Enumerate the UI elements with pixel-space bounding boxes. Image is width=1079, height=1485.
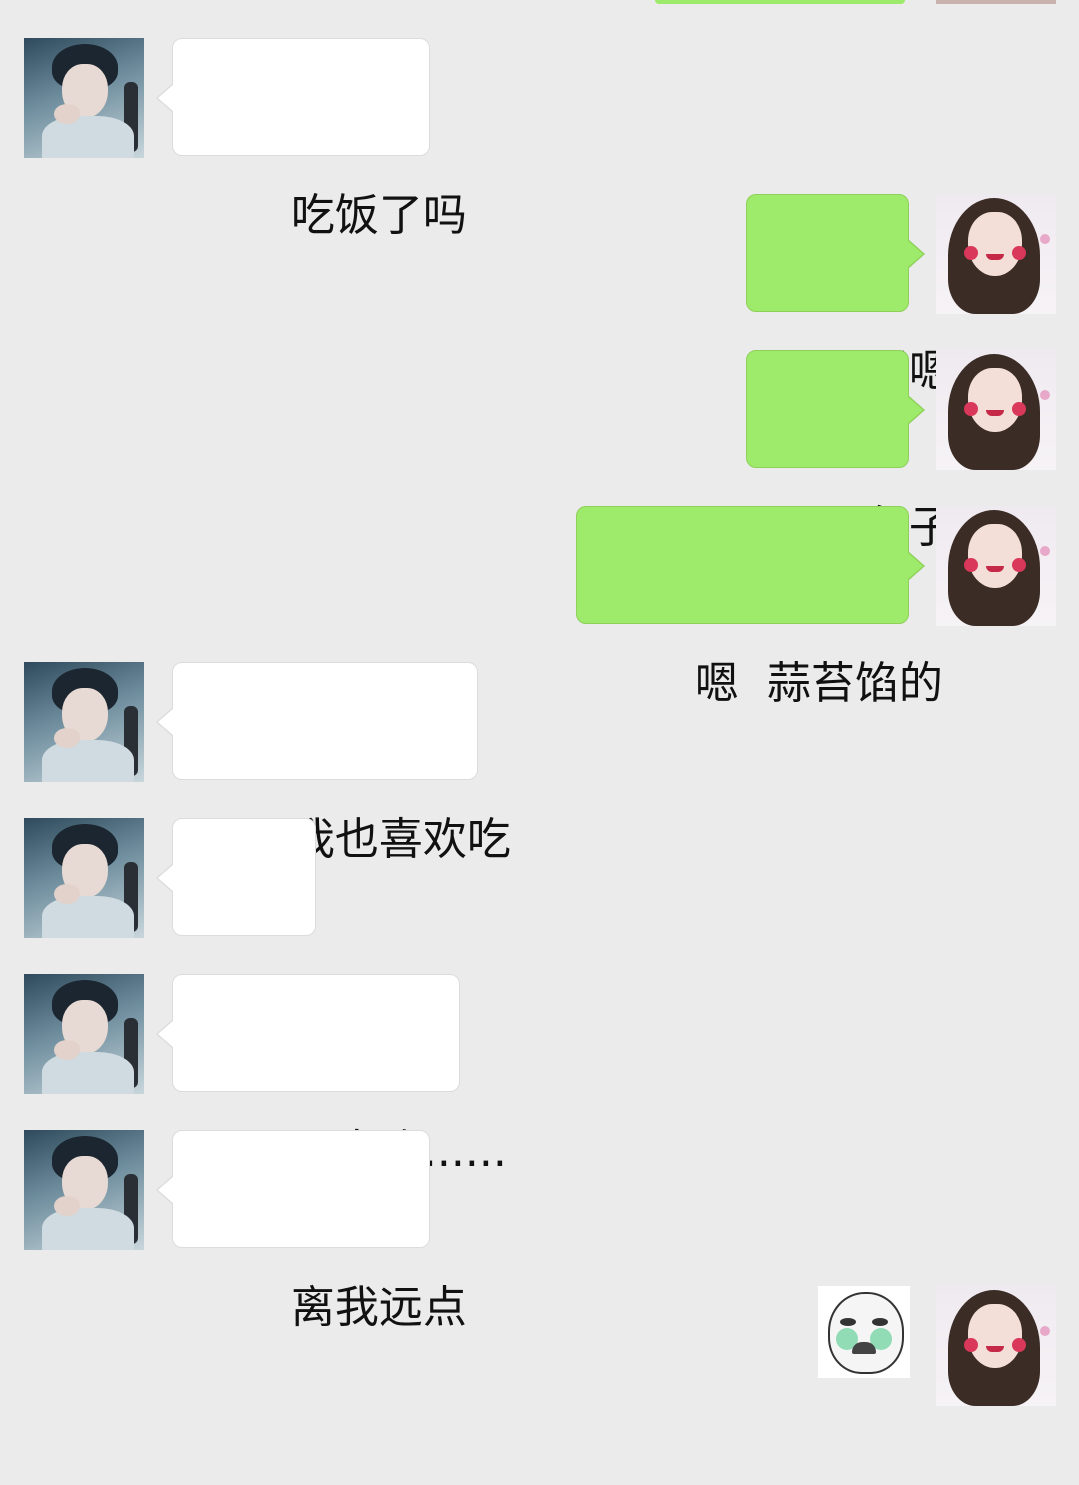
message-row-incoming: 不喜欢......	[0, 974, 1079, 1177]
incoming-message-bubble[interactable]: 离我远点	[156, 1130, 467, 1333]
message-row-outgoing: 包子	[0, 350, 1079, 553]
self-avatar[interactable]	[936, 1286, 1056, 1406]
contact-avatar[interactable]	[24, 38, 144, 158]
contact-avatar[interactable]	[24, 662, 144, 782]
self-avatar[interactable]	[936, 350, 1056, 470]
incoming-message-bubble[interactable]: 我也喜欢吃	[156, 662, 511, 865]
chat-message-list[interactable]: 吃饭了吗 嗯嗯 包子 嗯 蒜苔馅的 我也喜欢吃	[0, 0, 1079, 1420]
self-avatar[interactable]	[936, 194, 1056, 314]
outgoing-message-bubble[interactable]: 嗯嗯	[746, 194, 953, 397]
message-row-incoming: 我也喜欢吃	[0, 662, 1079, 865]
message-row-incoming: ......	[0, 818, 1079, 1021]
message-row-outgoing: 嗯 蒜苔馅的	[0, 506, 1079, 709]
message-row-outgoing: 嗯嗯	[0, 194, 1079, 397]
message-row-incoming: 离我远点	[0, 1130, 1079, 1333]
crying-face-sticker[interactable]	[818, 1286, 910, 1378]
previous-self-avatar-edge	[936, 0, 1056, 4]
self-avatar[interactable]	[936, 506, 1056, 626]
contact-avatar[interactable]	[24, 974, 144, 1094]
outgoing-message-bubble[interactable]: 嗯 蒜苔馅的	[576, 506, 943, 709]
outgoing-message-bubble[interactable]: 包子	[746, 350, 953, 553]
message-row-outgoing	[0, 1286, 1079, 1406]
incoming-message-bubble[interactable]: ......	[156, 818, 375, 1021]
message-row-incoming: 吃饭了吗	[0, 38, 1079, 241]
incoming-message-bubble[interactable]: 不喜欢......	[156, 974, 507, 1177]
incoming-message-bubble[interactable]: 吃饭了吗	[156, 38, 467, 241]
contact-avatar[interactable]	[24, 818, 144, 938]
contact-avatar[interactable]	[24, 1130, 144, 1250]
previous-message-bubble-edge	[655, 0, 905, 4]
